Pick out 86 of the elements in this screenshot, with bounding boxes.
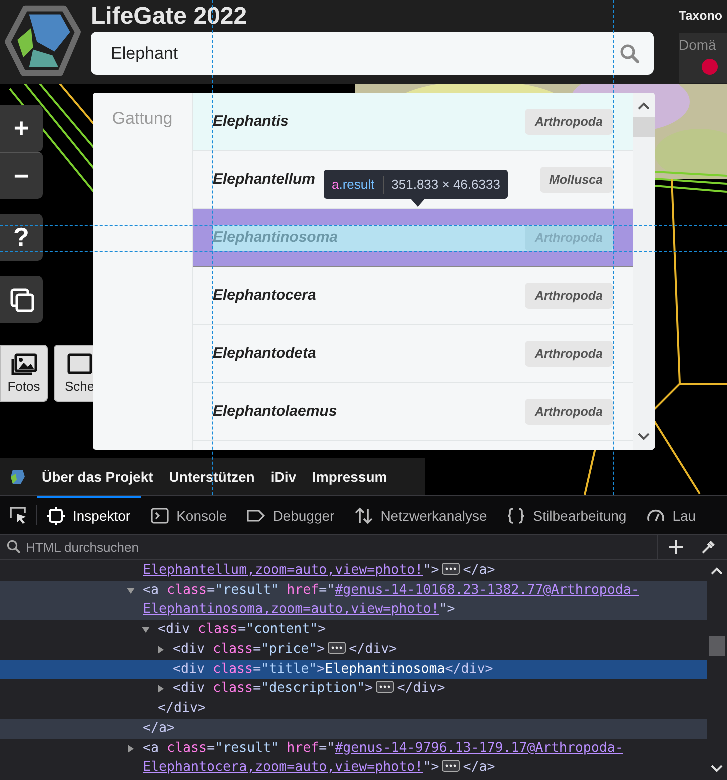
devtools-tab[interactable]: Konsole: [140, 496, 238, 534]
chevron-down-icon[interactable]: [637, 432, 651, 442]
eyedropper-icon[interactable]: [701, 539, 717, 555]
devtools-tab[interactable]: Netzwerkanalyse: [344, 496, 498, 534]
result-row[interactable]: Elephantolaemus Arthropoda: [193, 383, 633, 441]
markup-text: </div>: [397, 681, 446, 696]
genus-name: Elephantellum: [213, 171, 316, 188]
markup-text: <div class="price">: [173, 642, 326, 657]
markup-line[interactable]: <div class="price"> </div>: [0, 640, 707, 660]
twisty-icon[interactable]: [126, 744, 136, 754]
braces-icon[interactable]: [507, 507, 526, 525]
markup-text: </div>: [349, 642, 398, 657]
ellipsis-icon: [328, 642, 346, 654]
add-icon[interactable]: [668, 539, 684, 555]
genus-name: Elephantocera: [213, 287, 316, 304]
markup-text: </div>: [158, 701, 206, 716]
marker-icon[interactable]: [701, 59, 719, 75]
ellipsis-icon: [442, 760, 460, 772]
layers-icon: [8, 286, 34, 312]
markup-text: <a class="result" href="#genus-14-10168.23-1382.77@Arthropoda-: [143, 582, 640, 598]
ellipsis-icon: [442, 563, 460, 575]
genus-name: Elephantinosoma: [213, 229, 338, 246]
element-selector: a.result: [332, 177, 375, 192]
result-row[interactable]: Elephantis Arthropoda: [193, 93, 633, 151]
phylum-tag: Mollusca: [540, 166, 613, 192]
element-size: 351.833 × 46.6333: [392, 177, 500, 192]
footer-link[interactable]: Unterstützen: [169, 468, 255, 484]
search-icon[interactable]: [620, 44, 640, 64]
result-row[interactable]: Elephantodeta Arthropoda: [193, 325, 633, 383]
markup-text: <div class="description">: [173, 681, 374, 696]
markup-text: <div class="content">: [158, 622, 326, 637]
markup-text: Elephantinosoma,zoom=auto,view=photo!">: [143, 602, 456, 618]
layers-button[interactable]: [0, 276, 43, 323]
devtools-tab[interactable]: Stilbearbeitung: [497, 496, 637, 534]
phylum-tag: Arthropoda: [524, 340, 613, 366]
markup-text: </a>: [463, 760, 496, 776]
footer-link[interactable]: iDiv: [270, 468, 297, 484]
twisty-icon[interactable]: [156, 644, 166, 655]
search-icon: [7, 540, 21, 554]
phylum-tag: Arthropoda: [524, 108, 613, 134]
scroll-thumb[interactable]: [709, 636, 725, 656]
markup-text: Elephantocera,zoom=auto,view=photo!">: [143, 760, 440, 776]
filter-label: Domä: [679, 37, 718, 53]
markup-text: <a class="result" href="#genus-14-9796.13-179.17@Arthropoda-: [143, 740, 624, 756]
chevron-up-icon[interactable]: [637, 101, 651, 111]
devtools-tab[interactable]: Debugger: [237, 496, 345, 534]
markup-line[interactable]: <div class="description"> </div>: [0, 679, 707, 700]
phylum-tag: Arthropoda: [524, 398, 613, 424]
help-button[interactable]: ?: [0, 214, 43, 261]
markup-line[interactable]: Elephantellum,zoom=auto,view=photo!"> </a>: [0, 561, 707, 581]
scrollbar[interactable]: [633, 93, 655, 450]
twisty-icon[interactable]: [141, 624, 151, 635]
footer-link[interactable]: Über das Projekt: [42, 468, 154, 484]
view-button[interactable]: Fotos: [0, 345, 48, 402]
category-label: Gattung: [112, 109, 173, 128]
zoom-button[interactable]: +: [0, 105, 43, 152]
markup-line[interactable]: <a class="result" href="#genus-14-9796.13-179.17@Arthropoda- Elephantocera,zoom=auto,view=photo!"> </a>: [0, 738, 707, 778]
markup-line[interactable]: <div class="content">: [0, 620, 707, 640]
inspector-icon[interactable]: [47, 507, 65, 525]
devtools-tab[interactable]: Lau: [636, 496, 706, 534]
zoom-button[interactable]: −: [0, 152, 43, 199]
markup-text: </a>: [463, 563, 496, 578]
tag-icon[interactable]: [247, 507, 266, 525]
result-row[interactable]: Elephantocera Arthropoda: [193, 267, 633, 325]
scroll-thumb[interactable]: [633, 117, 655, 137]
markup-text: <div class="title">Elephantinosoma</div>: [173, 662, 494, 677]
twisty-icon[interactable]: [126, 586, 136, 596]
search-field[interactable]: Elephant: [91, 32, 654, 75]
footer-link[interactable]: Impressum: [312, 468, 388, 484]
panel-title: Taxono: [679, 9, 724, 23]
frame-icon[interactable]: [65, 353, 93, 375]
cursor-icon[interactable]: [8, 505, 28, 525]
ellipsis-icon: [376, 681, 394, 694]
phylum-tag: Arthropoda: [524, 282, 613, 308]
markup-line[interactable]: </div>: [0, 699, 707, 719]
genus-name: Elephantolaemus: [213, 403, 338, 420]
markup-text: </a>: [143, 720, 176, 736]
photos-icon[interactable]: [10, 353, 38, 375]
logo-icon[interactable]: [10, 468, 26, 484]
genus-name: Elephantodeta: [213, 345, 316, 362]
genus-name: Elephantis: [213, 113, 289, 130]
twisty-icon[interactable]: [156, 684, 166, 694]
markup-text: Elephantellum,zoom=auto,view=photo!">: [143, 563, 440, 578]
arrows-icon[interactable]: [354, 507, 373, 525]
console-icon[interactable]: [150, 507, 169, 525]
site-title: LifeGate 2022: [91, 2, 248, 30]
